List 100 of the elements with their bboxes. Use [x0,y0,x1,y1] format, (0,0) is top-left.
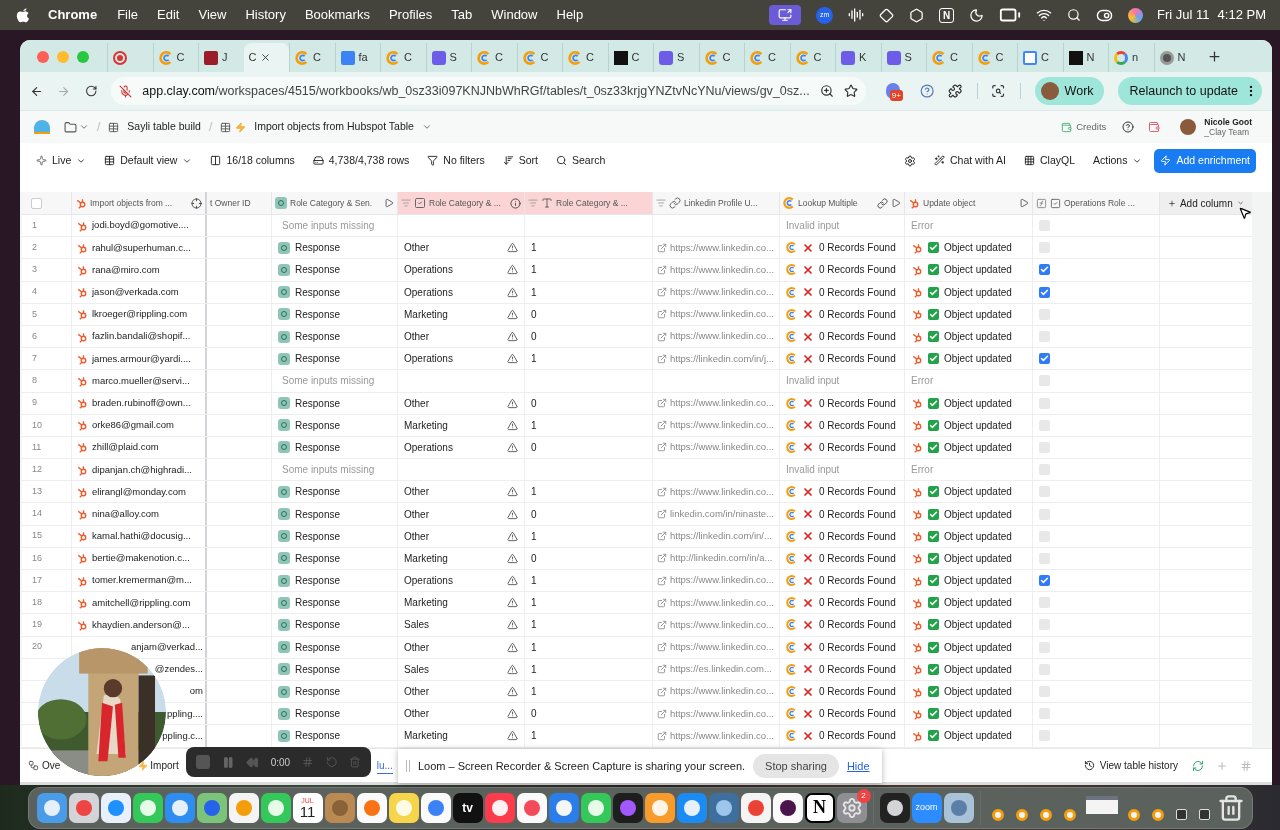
sharing-message: Loom – Screen Recorder & Screen Capture is sharing your screen. [418,758,746,774]
column-header[interactable]: Import objects from ... [72,192,207,214]
menu-date[interactable]: Fri Jul 11 [1157,5,1210,25]
add-column-button[interactable]: Add column [1160,192,1252,214]
url-cell: http://linkedin.com/in/a... [670,551,773,566]
column-header[interactable]: Role Category & ... [398,192,525,214]
row-number: 15 [31,529,43,543]
column-title: Operations Role ... [1064,196,1136,210]
column-title: Update object [923,196,977,210]
column-header[interactable]: Linkedin Profile U... [653,192,780,214]
user-name: Nicole Goot [1204,117,1252,127]
email-cell-text: braden.rubinoff@own... [92,395,191,410]
history-link[interactable]: View table history [1099,758,1178,773]
category-cell-text: Other [404,330,429,345]
category-cell-text: Marketing [404,418,448,433]
value-cell-text: 1 [531,640,537,655]
relaunch-button[interactable]: Relaunch to update [1117,77,1262,105]
status-cell-text: Response [295,263,341,278]
sheet-tab[interactable]: lu... [376,757,393,774]
update-cell-text: Error [911,374,934,389]
hide-link[interactable]: Hide [846,757,870,775]
status-cell-text: Response [295,729,341,744]
email-cell: kamal.hathi@docusig... [92,529,191,544]
lookup-cell-text: 0 Records Found [819,596,896,611]
breadcrumb-link[interactable]: Sayli table build [127,119,201,135]
stop-sharing-button[interactable]: Stop sharing [753,754,839,778]
url-cell: https://www.linkedin.co... [670,640,775,655]
email-cell: dipanjan.ch@highradi... [92,462,192,477]
menu-item[interactable]: View [198,5,227,25]
email-cell: @zendes... [154,662,203,677]
filters-button[interactable]: No filters [421,148,491,173]
columns-button[interactable]: 16/18 columns [204,148,301,173]
lookup-cell-text: Invalid input [786,374,840,389]
notion-status-icon[interactable]: N [939,7,955,23]
column-header[interactable]: Lookup Multiple [780,192,905,214]
value-cell-text: 1 [531,263,537,278]
menu-item[interactable]: Edit [157,5,180,25]
lookup-cell-text: 0 Records Found [819,618,896,633]
value-cell-text: 1 [531,596,537,611]
lookup-cell-text: 0 Records Found [819,574,896,589]
value-cell-text: 1 [531,618,537,633]
url-cell: https://linkedin.com/in/... [670,529,772,544]
menu-item[interactable]: History [245,5,286,25]
update-cell-text: Object updated [944,529,1012,544]
category-cell-text: Other [404,685,429,700]
category-cell-text: Other [404,241,429,256]
menu-item[interactable]: Window [491,5,538,25]
view-dropdown[interactable]: Default view [98,148,199,173]
lookup-cell-text: 0 Records Found [819,640,896,655]
column-header[interactable]: Operations Role ... [1033,192,1160,214]
rows-button[interactable]: 4,738/4,738 rows [306,148,416,173]
column-header[interactable]: t Owner ID [207,192,272,214]
add-enrichment-button[interactable]: Add enrichment [1154,148,1256,173]
menu-item[interactable]: Bookmarks [304,5,370,25]
menu-time[interactable]: 4:12 PM [1217,5,1266,25]
sheet-tab[interactable]: Ove [42,758,61,773]
menu-item[interactable]: File [117,5,139,25]
column-header[interactable]: Role Category & Sen. [272,192,398,214]
profile-button[interactable]: Work [1034,77,1104,105]
lookup-cell-text: 0 Records Found [819,529,896,544]
sort-button[interactable]: Sort [496,148,545,173]
email-cell: tomer.kremerman@m... [92,573,192,588]
notion-app-icon[interactable]: N [804,792,835,823]
url-cell-text: linkedin.com/in/ninaste... [670,506,775,521]
menu-app-name[interactable]: Chrome [48,5,98,25]
status-cell-text: Response [295,330,341,345]
column-header[interactable]: Update object [905,192,1033,214]
tv-app-icon[interactable]: tv [452,792,483,823]
update-cell-text: Object updated [944,551,1012,566]
column-header[interactable]: Role Category & ... [525,192,653,214]
value-cell-text: 0 [531,707,537,722]
sheet-tab[interactable]: Import [150,758,179,773]
browser-tab[interactable]: C [243,43,289,72]
breadcrumb-separator: / [97,119,101,136]
row-number: 13 [31,485,43,499]
category-cell-text: Operations [404,285,453,300]
update-cell-text: Object updated [944,707,1012,722]
column-title: Import objects from ... [90,196,174,210]
value-cell-text: 0 [531,507,537,522]
extension-icon[interactable]: 9+ [885,83,900,99]
status-cell-text: Some inputs missing [281,374,375,389]
menu-item[interactable]: Help [556,5,584,25]
extension-badge: 9+ [889,90,903,101]
credits-link[interactable]: Credits [1076,119,1107,135]
update-cell-text: Object updated [944,685,1012,700]
column-title: Role Category & ... [556,196,629,210]
status-cell-text: Response [295,551,341,566]
menu-item[interactable]: Profiles [388,5,433,25]
category-cell-text: Sales [404,618,429,633]
breadcrumb-link[interactable]: Import objects from Hubspot Table [254,119,414,135]
status-cell-text: Response [295,418,341,433]
email-cell: amitchell@rippling.com [92,595,191,610]
address-field[interactable]: app.clay.com/workspaces/4515/workbooks/wb_0sz33i097KNJNbWhRGf/tables/t_0sz33krjgYNZtvNcYNu/views/gv_0sz... [111,77,866,105]
search-button[interactable]: Search [550,148,612,173]
url-cell: https://www.linkedin.co... [670,595,775,610]
menu-item[interactable]: Tab [451,5,473,25]
update-cell-text: Object updated [944,729,1012,744]
column-title: t Owner ID [210,196,252,210]
status-cell-text: Response [295,241,341,256]
category-cell-text: Marketing [404,307,448,322]
